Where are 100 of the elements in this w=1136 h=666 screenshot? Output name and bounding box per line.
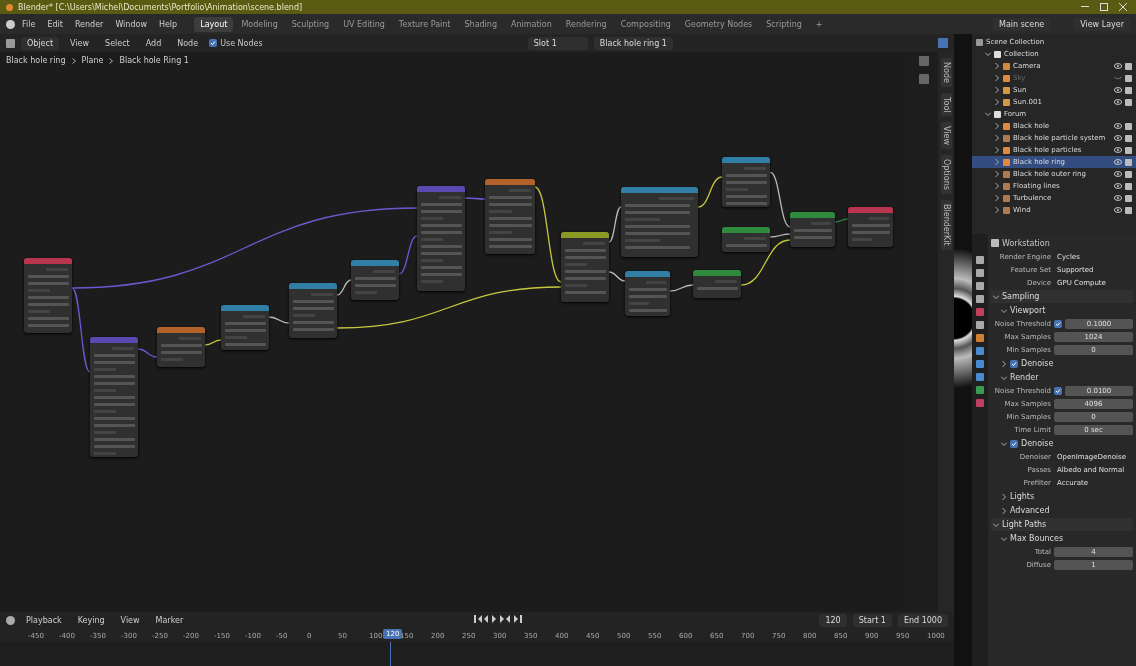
eye-icon[interactable] bbox=[1114, 147, 1122, 153]
checkbox[interactable] bbox=[1054, 387, 1062, 395]
shader-node[interactable] bbox=[289, 283, 337, 338]
workspace-tab[interactable]: UV Editing bbox=[337, 16, 391, 32]
breadcrumb-item[interactable]: Plane bbox=[81, 56, 104, 65]
workspace-tab[interactable]: Shading bbox=[458, 16, 503, 32]
menu-item[interactable]: File bbox=[17, 17, 41, 31]
shader-node[interactable] bbox=[722, 227, 770, 252]
workspace-tab[interactable]: Layout bbox=[194, 16, 234, 32]
eye-icon[interactable] bbox=[1114, 99, 1122, 105]
slot-dropdown[interactable]: Slot 1 bbox=[527, 36, 588, 50]
subpanel-title[interactable]: Render bbox=[1010, 373, 1039, 382]
eye-icon[interactable] bbox=[1114, 123, 1122, 129]
subpanel-title[interactable]: Advanced bbox=[1010, 506, 1050, 515]
checkbox[interactable] bbox=[1054, 320, 1062, 328]
collection-icon bbox=[994, 110, 1001, 118]
subpanel-title[interactable]: Denoise bbox=[1021, 359, 1054, 368]
sidebar-tab[interactable]: BlenderKit bbox=[940, 200, 952, 250]
checkbox[interactable] bbox=[209, 39, 218, 47]
menu-item[interactable]: Add bbox=[140, 36, 167, 50]
sidebar-tab[interactable]: View bbox=[940, 122, 952, 150]
breadcrumb-item[interactable]: Black hole Ring 1 bbox=[119, 56, 189, 65]
eye-icon[interactable] bbox=[1114, 87, 1122, 93]
workspace-tab[interactable]: Scripting bbox=[760, 16, 808, 32]
menu-item[interactable]: Edit bbox=[42, 17, 68, 31]
shader-node[interactable] bbox=[561, 232, 609, 302]
shader-node[interactable] bbox=[485, 179, 535, 254]
disclosure-icon[interactable] bbox=[1001, 374, 1007, 381]
editor-type-icon bbox=[6, 615, 15, 625]
panel-title[interactable]: Sampling bbox=[1002, 292, 1040, 301]
disclosure-icon[interactable] bbox=[1001, 507, 1007, 514]
mode-dropdown[interactable]: Object bbox=[21, 36, 60, 50]
menu-item[interactable]: View bbox=[115, 613, 145, 627]
shader-node[interactable] bbox=[722, 157, 770, 207]
menu-item[interactable]: Help bbox=[153, 17, 183, 31]
node-link bbox=[608, 271, 626, 282]
eye-icon[interactable] bbox=[1114, 207, 1122, 213]
collection-icon bbox=[976, 38, 983, 46]
workspace-tab[interactable]: Geometry Nodes bbox=[678, 16, 759, 32]
shader-node[interactable] bbox=[848, 207, 893, 247]
eye-icon[interactable] bbox=[1114, 135, 1122, 141]
breadcrumb-item[interactable]: Black hole ring bbox=[6, 56, 66, 65]
workspace-tab[interactable]: Modeling bbox=[235, 16, 284, 32]
eye-icon[interactable] bbox=[1114, 63, 1122, 69]
shader-node[interactable] bbox=[351, 260, 399, 300]
disclosure-icon[interactable] bbox=[993, 293, 999, 300]
menu-item[interactable]: Select bbox=[100, 36, 135, 50]
eye-icon[interactable] bbox=[1114, 195, 1122, 201]
scene-selector[interactable]: Main scene bbox=[993, 17, 1051, 31]
subpanel-title[interactable]: Viewport bbox=[1010, 306, 1046, 315]
menu-item[interactable]: Window bbox=[110, 17, 152, 31]
material-selector[interactable]: Black hole ring 1 bbox=[593, 36, 673, 50]
shader-node[interactable] bbox=[625, 271, 670, 316]
shader-node[interactable] bbox=[221, 305, 269, 350]
eye-icon[interactable] bbox=[1114, 183, 1122, 189]
disclosure-icon[interactable] bbox=[993, 521, 999, 528]
workspace-tab[interactable]: Compositing bbox=[614, 16, 677, 32]
checkbox[interactable] bbox=[1010, 439, 1018, 448]
subpanel-title[interactable]: Lights bbox=[1010, 492, 1035, 501]
subpanel-title[interactable]: Max Bounces bbox=[1010, 534, 1064, 543]
workspace-tab[interactable]: Rendering bbox=[559, 16, 613, 32]
checkbox-label[interactable]: Use Nodes bbox=[220, 38, 263, 48]
node-link bbox=[137, 348, 158, 358]
disclosure-icon[interactable] bbox=[1001, 360, 1007, 367]
add-workspace-button[interactable]: + bbox=[809, 16, 829, 32]
shader-node[interactable] bbox=[157, 327, 205, 367]
eye-closed-icon[interactable] bbox=[1114, 75, 1122, 81]
shader-node[interactable] bbox=[417, 186, 465, 291]
shader-node[interactable] bbox=[790, 212, 835, 247]
sidebar-tab[interactable]: Options bbox=[940, 155, 952, 195]
current-frame-field[interactable]: 120 bbox=[819, 613, 847, 627]
checkbox[interactable] bbox=[1010, 359, 1018, 368]
disclosure-icon[interactable] bbox=[1001, 493, 1007, 500]
sidebar-tab[interactable]: Tool bbox=[940, 92, 952, 117]
subpanel-title[interactable]: Denoise bbox=[1021, 439, 1054, 448]
menu-item[interactable]: Keying bbox=[72, 613, 110, 627]
disclosure-icon[interactable] bbox=[1001, 440, 1007, 447]
menu-item[interactable]: Node bbox=[172, 36, 204, 50]
properties-title: Workstation bbox=[1002, 238, 1050, 248]
disclosure-icon[interactable] bbox=[1001, 307, 1007, 314]
shader-node[interactable] bbox=[90, 337, 138, 457]
shader-node[interactable] bbox=[693, 270, 741, 298]
close-icon[interactable] bbox=[1116, 2, 1130, 12]
eye-icon[interactable] bbox=[1114, 159, 1122, 165]
shader-node[interactable] bbox=[24, 258, 72, 333]
start-frame-field[interactable]: Start 1 bbox=[852, 613, 892, 627]
workspace-tab[interactable]: Animation bbox=[505, 16, 558, 32]
menu-item[interactable]: Playback bbox=[21, 613, 67, 627]
maximize-icon[interactable] bbox=[1097, 2, 1111, 12]
menu-item[interactable]: Render bbox=[69, 17, 109, 31]
shader-node[interactable] bbox=[621, 187, 698, 257]
sidebar-tab[interactable]: Node bbox=[940, 58, 952, 87]
workspace-tab[interactable]: Sculpting bbox=[285, 16, 336, 32]
menu-item[interactable]: View bbox=[65, 36, 95, 50]
disclosure-icon[interactable] bbox=[1001, 535, 1007, 542]
menu-item[interactable]: Marker bbox=[150, 613, 189, 627]
view-layer-selector[interactable]: View Layer bbox=[1074, 17, 1130, 31]
workspace-tab[interactable]: Texture Paint bbox=[392, 16, 457, 32]
eye-icon[interactable] bbox=[1114, 171, 1122, 177]
end-frame-field[interactable]: End 1000 bbox=[897, 613, 948, 627]
